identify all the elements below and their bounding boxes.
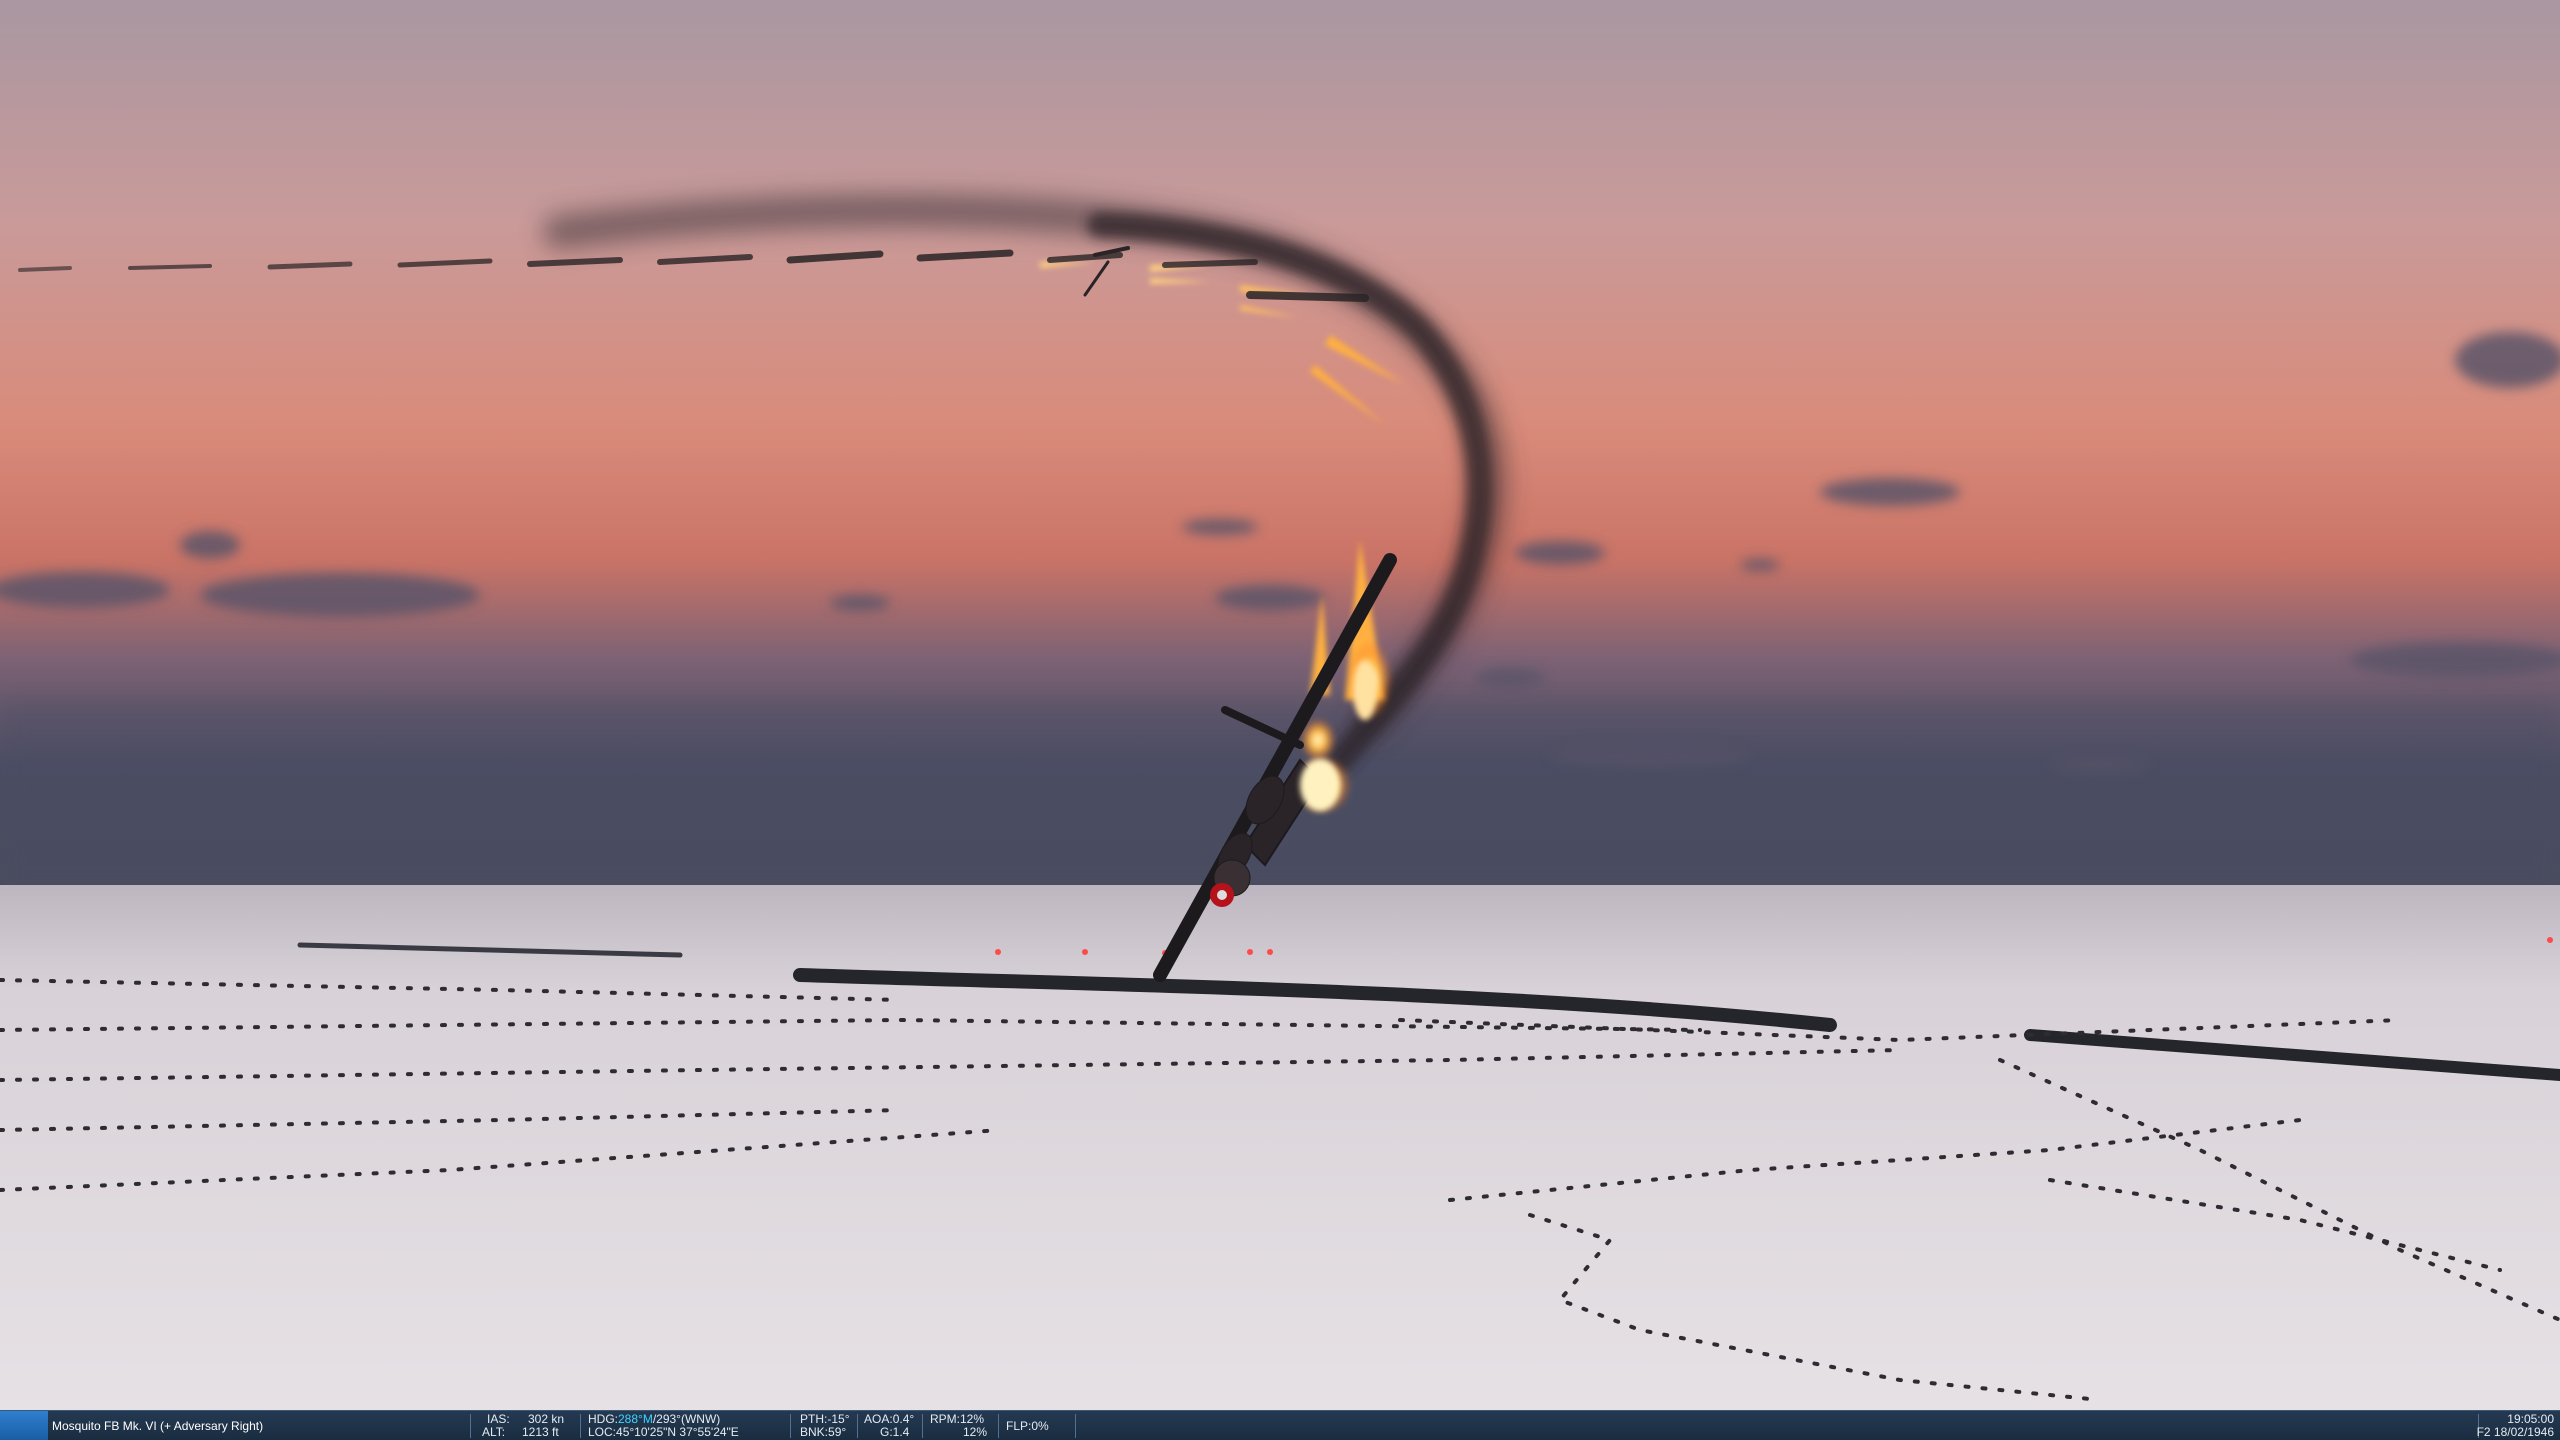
pth-value: -15° bbox=[827, 1412, 850, 1426]
separator bbox=[580, 1414, 581, 1438]
separator bbox=[922, 1414, 923, 1438]
app-logo-icon[interactable] bbox=[0, 1411, 48, 1440]
loc-value: 45°10'25"N 37°55'24"E bbox=[616, 1425, 739, 1439]
separator bbox=[998, 1414, 999, 1438]
hdg-true: /293°(WNW) bbox=[652, 1412, 721, 1426]
snow-field bbox=[0, 885, 2560, 1410]
g-readout: G:1.4 bbox=[880, 1426, 909, 1439]
bank-readout: BNK:59° bbox=[800, 1426, 846, 1439]
g-label: G: bbox=[880, 1425, 893, 1439]
separator bbox=[790, 1414, 791, 1438]
bnk-label: BNK: bbox=[800, 1425, 829, 1439]
hdg-magnetic: 288°M bbox=[618, 1412, 653, 1426]
flp-label: FLP: bbox=[1006, 1419, 1032, 1433]
aoa-label: AOA: bbox=[864, 1412, 893, 1426]
flaps-readout: FLP:0% bbox=[1006, 1420, 1049, 1433]
separator bbox=[857, 1414, 858, 1438]
pth-label: PTH: bbox=[800, 1412, 828, 1426]
rpm-label: RPM: bbox=[930, 1412, 960, 1426]
aircraft-name: Mosquito FB Mk. VI (+ Adversary Right) bbox=[52, 1419, 264, 1433]
sim-date: F2 18/02/1946 bbox=[2476, 1425, 2554, 1439]
status-bar: Mosquito FB Mk. VI (+ Adversary Right) I… bbox=[0, 1410, 2560, 1440]
bnk-value: 59° bbox=[828, 1425, 847, 1439]
alt-label: ALT: bbox=[482, 1425, 506, 1439]
hdg-label: HDG: bbox=[588, 1412, 618, 1426]
aoa-value: 0.4° bbox=[892, 1412, 915, 1426]
rpm-value-engine-1: 12% bbox=[960, 1412, 985, 1426]
alt-value: 1213 ft bbox=[522, 1425, 559, 1439]
loc-readout: LOC:45°10'25"N 37°55'24"E bbox=[588, 1426, 739, 1439]
g-value: 1.4 bbox=[892, 1425, 910, 1439]
separator bbox=[470, 1414, 471, 1438]
game-viewport[interactable] bbox=[0, 0, 2560, 1410]
flp-value: 0% bbox=[1031, 1419, 1049, 1433]
rpm-value-engine-2: 12% bbox=[963, 1425, 988, 1439]
separator bbox=[1075, 1414, 1076, 1438]
loc-label: LOC: bbox=[588, 1425, 617, 1439]
